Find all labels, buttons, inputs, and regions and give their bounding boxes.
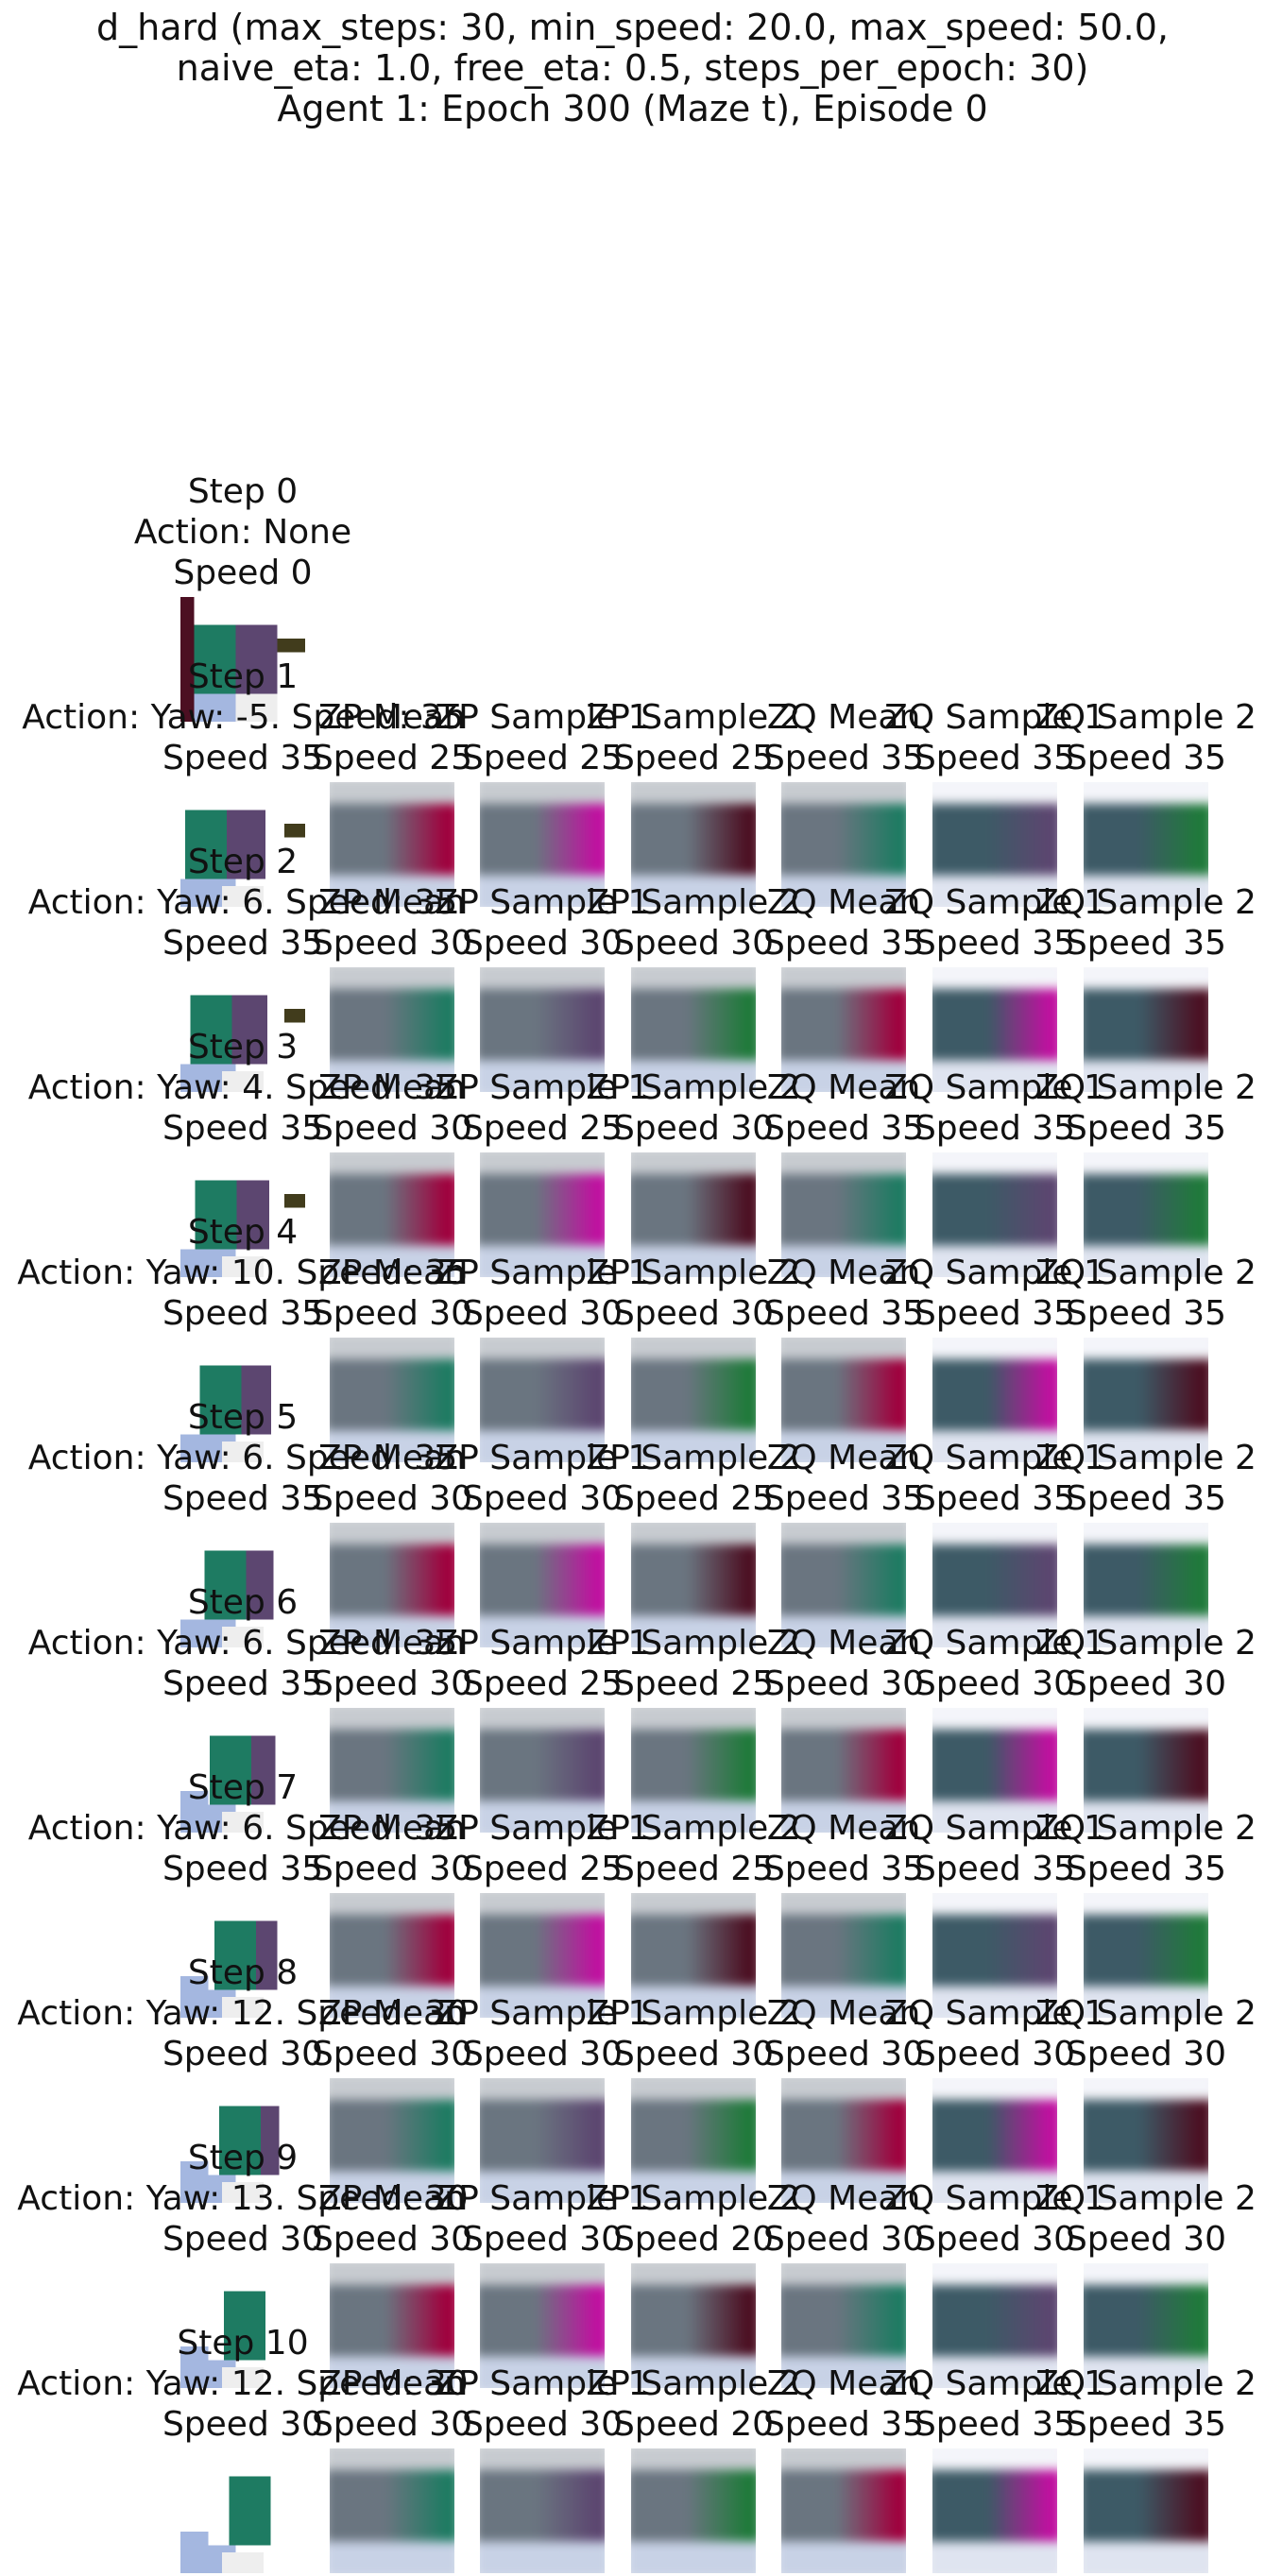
prediction-title-name: ZQ Sample 2 (1035, 1068, 1256, 1107)
step-title-step: Step 2 (187, 843, 299, 881)
prediction-image (480, 2448, 605, 2573)
prediction-image (631, 2448, 756, 2573)
prediction-title-name: ZQ Sample 2 (1035, 1624, 1256, 1663)
step-title-step: Step 4 (187, 1213, 299, 1252)
prediction-title: ZQ Sample 2 Speed 35 (1033, 697, 1259, 778)
step-title-speed: Speed 0 (173, 554, 313, 592)
prediction-thumb (631, 2448, 756, 2573)
figure-title: d_hard (max_steps: 30, min_speed: 20.0, … (0, 8, 1265, 129)
figure-title-line: d_hard (max_steps: 30, min_speed: 20.0, … (96, 7, 1169, 48)
figure-title-line: Agent 1: Epoch 300 (Maze t), Episode 0 (277, 88, 988, 129)
prediction-title: ZQ Sample 2 Speed 30 (1033, 1623, 1259, 1704)
prediction-title-name: ZQ Sample 2 (1035, 2364, 1256, 2403)
step-title-step: Step 7 (187, 1768, 299, 1807)
prediction-title-name: ZQ Sample 2 (1035, 1809, 1256, 1848)
prediction-title-name: ZQ Sample 2 (1035, 698, 1256, 737)
prediction-title: ZQ Sample 2 Speed 35 (1033, 1067, 1259, 1149)
prediction-title-speed: Speed 35 (1065, 739, 1227, 777)
step-title-step: Step 1 (187, 657, 299, 696)
prediction-title: ZQ Sample 2 Speed 30 (1033, 2178, 1259, 2260)
prediction-title-name: ZQ Sample 2 (1035, 883, 1256, 922)
prediction-title-speed: Speed 30 (1065, 2035, 1227, 2073)
prediction-title: ZQ Sample 2 Speed 35 (1033, 2363, 1259, 2445)
step-title-step: Step 6 (187, 1583, 299, 1622)
prediction-image (781, 2448, 906, 2573)
prediction-title-speed: Speed 30 (1065, 1664, 1227, 1703)
prediction-title-name: ZQ Sample 2 (1035, 2179, 1256, 2218)
prediction-title-name: ZQ Sample 2 (1035, 1439, 1256, 1477)
prediction-title-name: ZQ Sample 2 (1035, 1994, 1256, 2033)
prediction-title: ZQ Sample 2 Speed 35 (1033, 1253, 1259, 1334)
observation-image (180, 2448, 305, 2573)
prediction-title-name: ZQ Sample 2 (1035, 1254, 1256, 1292)
prediction-image (330, 2448, 454, 2573)
prediction-thumb (1084, 2448, 1208, 2573)
prediction-title-speed: Speed 35 (1065, 924, 1227, 963)
prediction-title-speed: Speed 35 (1065, 2405, 1227, 2444)
step-title-step: Step 10 (177, 2324, 309, 2363)
prediction-title-speed: Speed 35 (1065, 1294, 1227, 1333)
prediction-title: ZQ Sample 2 Speed 35 (1033, 1808, 1259, 1889)
step-title-step: Step 3 (187, 1028, 299, 1066)
step-title-action: Action: None (133, 513, 352, 552)
step-title-step: Step 9 (187, 2139, 299, 2177)
prediction-title: ZQ Sample 2 Speed 30 (1033, 1993, 1259, 2074)
prediction-image (932, 2448, 1057, 2573)
prediction-thumb (480, 2448, 605, 2573)
step-title-step: Step 8 (187, 1953, 299, 1992)
figure-title-line: naive_eta: 1.0, free_eta: 0.5, steps_per… (176, 47, 1089, 89)
prediction-thumb (781, 2448, 906, 2573)
prediction-title-speed: Speed 30 (1065, 2220, 1227, 2259)
step-title-step: Step 5 (187, 1398, 299, 1437)
step-title: Step 0 Action: None Speed 0 (7, 471, 479, 593)
prediction-thumb (932, 2448, 1057, 2573)
prediction-image (1084, 2448, 1208, 2573)
prediction-title: ZQ Sample 2 Speed 35 (1033, 882, 1259, 964)
prediction-title-speed: Speed 35 (1065, 1109, 1227, 1148)
prediction-title: ZQ Sample 2 Speed 35 (1033, 1438, 1259, 1519)
prediction-thumb (330, 2448, 454, 2573)
prediction-title-speed: Speed 35 (1065, 1479, 1227, 1518)
step-title-step: Step 0 (187, 472, 299, 511)
prediction-title-speed: Speed 35 (1065, 1850, 1227, 1888)
